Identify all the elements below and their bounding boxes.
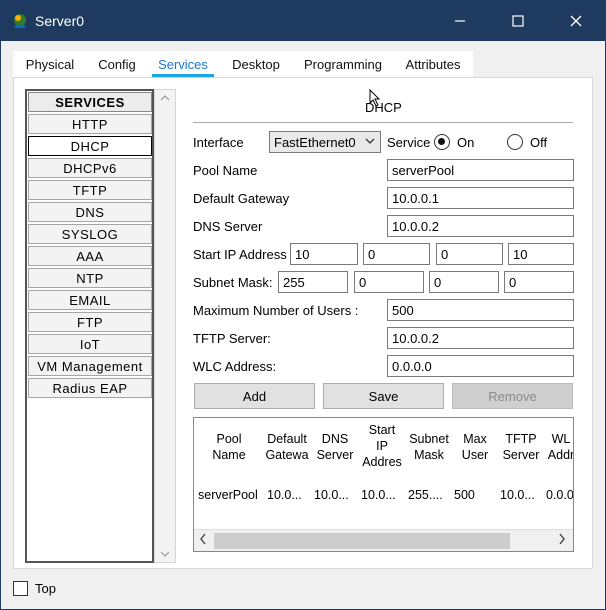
sidebar-item-aaa[interactable]: AAA	[28, 246, 152, 266]
sidebar-item-radius-eap[interactable]: Radius EAP	[28, 378, 152, 398]
col-start-ip: Start IP Addres	[362, 423, 402, 469]
top-checkbox[interactable]	[13, 581, 28, 596]
scroll-right-icon[interactable]	[558, 532, 566, 546]
wlc-address-label: WLC Address:	[193, 359, 277, 374]
sidebar-item-dns[interactable]: DNS	[28, 202, 152, 222]
maximize-button[interactable]	[489, 1, 547, 41]
scroll-up-icon[interactable]	[160, 94, 170, 102]
service-on-label: On	[457, 135, 475, 150]
interface-select[interactable]: FastEthernet0	[269, 131, 381, 153]
sidebar-item-iot[interactable]: IoT	[28, 334, 152, 354]
cell-max-user: 500	[454, 488, 475, 502]
mask-octet-3[interactable]: 0	[429, 271, 499, 293]
services-sidebar: SERVICES HTTP DHCP DHCPv6 TFTP DNS SYSLO…	[25, 89, 154, 563]
maximize-icon	[512, 15, 524, 27]
sidebar-header: SERVICES	[28, 92, 152, 112]
cell-subnet-mask: 255....	[408, 488, 443, 502]
pool-name-label: Pool Name	[193, 163, 258, 178]
close-button[interactable]	[547, 1, 605, 41]
tab-bar: Physical Config Services Desktop Program…	[13, 51, 473, 77]
tab-services[interactable]: Services	[152, 51, 214, 77]
start-ip-octet-3[interactable]: 0	[436, 243, 503, 265]
pool-table: Pool Name Default Gatewa DNS Server Star…	[193, 417, 574, 552]
scroll-down-icon[interactable]	[160, 550, 170, 558]
tab-attributes[interactable]: Attributes	[403, 51, 463, 77]
start-ip-label: Start IP Address	[193, 247, 287, 262]
tab-config[interactable]: Config	[98, 51, 136, 77]
tftp-server-label: TFTP Server:	[193, 331, 271, 346]
mask-octet-1[interactable]: 255	[278, 271, 348, 293]
tftp-server-input[interactable]: 10.0.0.2	[387, 327, 574, 349]
server-app-icon	[14, 14, 26, 28]
max-users-input[interactable]: 500	[387, 299, 574, 321]
col-tftp-server: TFTP Server	[502, 432, 540, 462]
sidebar-item-email[interactable]: EMAIL	[28, 290, 152, 310]
chevron-down-icon	[365, 138, 375, 144]
remove-button[interactable]: Remove	[452, 383, 573, 409]
sidebar-item-vm-management[interactable]: VM Management	[28, 356, 152, 376]
gateway-label: Default Gateway	[193, 191, 290, 206]
sidebar-item-dhcpv6[interactable]: DHCPv6	[28, 158, 152, 178]
col-pool-name: Pool Name	[212, 432, 246, 462]
sidebar-item-http[interactable]: HTTP	[28, 114, 152, 134]
title-divider	[193, 122, 573, 123]
tab-physical[interactable]: Physical	[25, 51, 75, 77]
sidebar-item-dhcp[interactable]: DHCP	[28, 136, 152, 156]
col-subnet-mask: Subnet Mask	[409, 432, 449, 462]
wlc-address-input[interactable]: 0.0.0.0	[387, 355, 574, 377]
cell-pool-name: serverPool	[198, 488, 258, 502]
service-on-radio[interactable]	[434, 134, 450, 150]
col-dns-server: DNS Server	[316, 432, 354, 462]
add-button[interactable]: Add	[194, 383, 315, 409]
sidebar-item-ntp[interactable]: NTP	[28, 268, 152, 288]
scroll-left-icon[interactable]	[199, 532, 207, 546]
service-label: Service	[387, 135, 431, 150]
col-default-gateway: Default Gatewa	[265, 432, 309, 462]
start-ip-octet-2[interactable]: 0	[363, 243, 430, 265]
subnet-mask-label: Subnet Mask:	[193, 275, 273, 290]
interface-label: Interface	[193, 135, 244, 150]
sidebar-item-syslog[interactable]: SYSLOG	[28, 224, 152, 244]
save-button[interactable]: Save	[323, 383, 444, 409]
title-bar[interactable]: Server0	[1, 1, 605, 41]
tab-programming[interactable]: Programming	[303, 51, 383, 77]
top-label: Top	[35, 581, 56, 596]
services-content: SERVICES HTTP DHCP DHCPv6 TFTP DNS SYSLO…	[13, 77, 593, 569]
col-max-user: Max User	[461, 432, 489, 462]
interface-value: FastEthernet0	[274, 135, 356, 150]
start-ip-octet-4[interactable]: 10	[508, 243, 574, 265]
dns-server-input[interactable]: 10.0.0.2	[387, 215, 574, 237]
cell-dns: 10.0...	[314, 488, 349, 502]
service-off-radio[interactable]	[507, 134, 523, 150]
gateway-input[interactable]: 10.0.0.1	[387, 187, 574, 209]
server-window: Server0 Physical Config Services Desktop…	[0, 0, 606, 610]
pool-name-input[interactable]: serverPool	[387, 159, 574, 181]
sidebar-scrollbar[interactable]	[154, 89, 176, 563]
close-icon	[570, 15, 582, 27]
sidebar-item-ftp[interactable]: FTP	[28, 312, 152, 332]
cell-wlc: 0.0.0	[546, 488, 574, 502]
cell-tftp: 10.0...	[500, 488, 535, 502]
mask-octet-4[interactable]: 0	[504, 271, 574, 293]
window-title: Server0	[35, 13, 85, 29]
max-users-label: Maximum Number of Users :	[193, 303, 359, 318]
service-off-label: Off	[530, 135, 548, 150]
sidebar-item-tftp[interactable]: TFTP	[28, 180, 152, 200]
minimize-button[interactable]	[431, 1, 489, 41]
cell-gateway: 10.0...	[267, 488, 302, 502]
start-ip-octet-1[interactable]: 10	[290, 243, 358, 265]
mouse-cursor-icon	[369, 89, 381, 107]
footer-bar: Top	[1, 571, 605, 609]
col-wlc-address: WL Addr	[547, 432, 574, 462]
dns-server-label: DNS Server	[193, 219, 263, 234]
tab-desktop[interactable]: Desktop	[231, 51, 281, 77]
scroll-thumb[interactable]	[214, 533, 510, 549]
minimize-icon	[455, 20, 465, 22]
mask-octet-2[interactable]: 0	[354, 271, 424, 293]
cell-start-ip: 10.0...	[361, 488, 396, 502]
table-hscrollbar[interactable]	[194, 529, 573, 551]
